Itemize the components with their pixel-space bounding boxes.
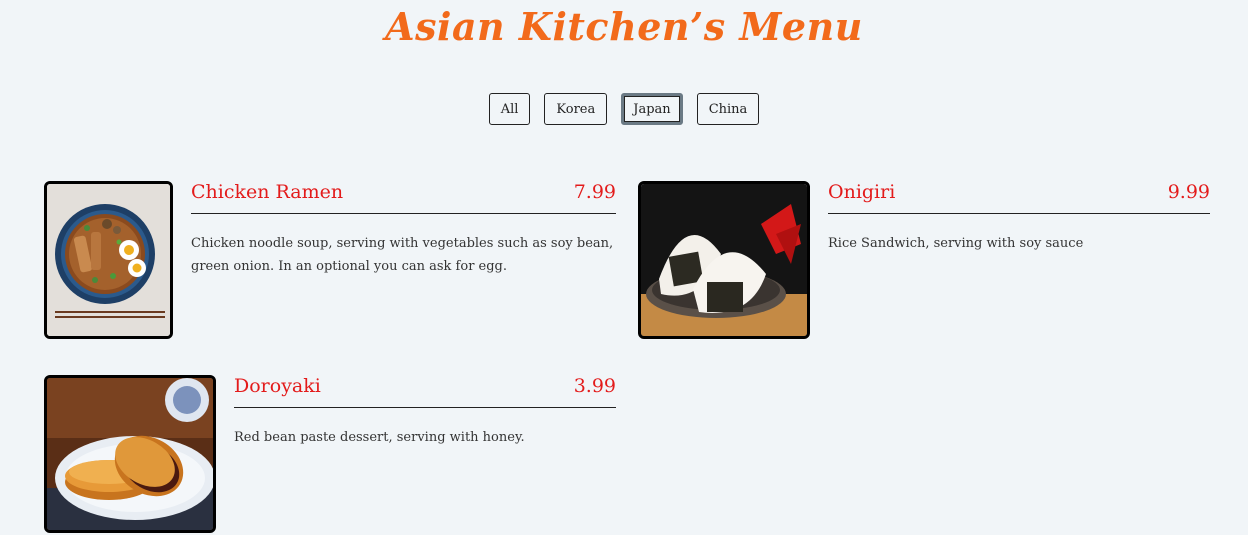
page-title: Asian Kitchen’s Menu bbox=[385, 4, 863, 49]
menu-item-info: Doroyaki 3.99 Red bean paste dessert, se… bbox=[234, 375, 616, 449]
menu-item-header: Chicken Ramen 7.99 bbox=[191, 181, 616, 214]
menu-item-info: Chicken Ramen 7.99 Chicken noodle soup, … bbox=[191, 181, 616, 278]
category-filter-bar: All Korea Japan China bbox=[0, 93, 1248, 125]
menu-item-price: 7.99 bbox=[573, 181, 616, 203]
menu-item: Chicken Ramen 7.99 Chicken noodle soup, … bbox=[44, 181, 616, 339]
menu-item-description: Chicken noodle soup, serving with vegeta… bbox=[191, 236, 614, 274]
menu-item-info: Onigiri 9.99 Rice Sandwich, serving with… bbox=[828, 181, 1210, 255]
menu-item-header: Doroyaki 3.99 bbox=[234, 375, 616, 408]
filter-korea-button[interactable]: Korea bbox=[544, 93, 608, 125]
menu-item-name: Onigiri bbox=[828, 181, 896, 203]
menu-item: Onigiri 9.99 Rice Sandwich, serving with… bbox=[638, 181, 1210, 339]
menu-item: Doroyaki 3.99 Red bean paste dessert, se… bbox=[44, 375, 616, 533]
menu-item-price: 9.99 bbox=[1167, 181, 1210, 203]
onigiri-image bbox=[638, 181, 810, 339]
menu-item-description: Rice Sandwich, serving with soy sauce bbox=[828, 236, 1084, 251]
menu-item-price: 3.99 bbox=[573, 375, 616, 397]
filter-china-button[interactable]: China bbox=[696, 93, 760, 125]
filter-all-button[interactable]: All bbox=[488, 93, 531, 125]
ramen-bowl-image bbox=[44, 181, 173, 339]
dorayaki-image bbox=[44, 375, 216, 533]
menu-item-name: Doroyaki bbox=[234, 375, 321, 397]
filter-japan-button[interactable]: Japan bbox=[621, 93, 683, 125]
menu-item-description: Red bean paste dessert, serving with hon… bbox=[234, 430, 525, 445]
menu-item-name: Chicken Ramen bbox=[191, 181, 344, 203]
menu-item-header: Onigiri 9.99 bbox=[828, 181, 1210, 214]
